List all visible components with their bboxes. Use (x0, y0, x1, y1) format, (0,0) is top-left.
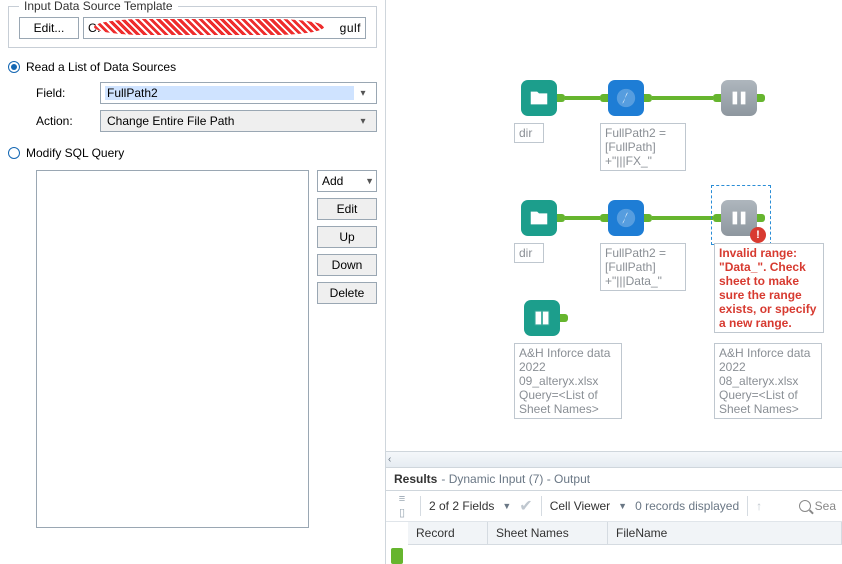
field-value: FullPath2 (105, 86, 354, 100)
radio-unchecked-icon[interactable] (8, 147, 20, 159)
connection[interactable] (652, 96, 713, 100)
separator (747, 496, 748, 516)
field-label: Field: (36, 82, 92, 104)
template-group: Input Data Source Template Edit... C: gu… (8, 6, 377, 48)
anchor-out[interactable] (757, 94, 765, 102)
chevron-down-icon: ▼ (365, 171, 374, 191)
col-filename[interactable]: FileName (608, 522, 842, 544)
template-path-box[interactable]: C: gulf (83, 17, 366, 39)
connection[interactable] (565, 216, 600, 220)
chevron-down-icon[interactable]: ▼ (618, 501, 627, 511)
directory-anno: dir (514, 123, 544, 143)
check-icon[interactable]: ✔ (519, 496, 532, 516)
mode-sql-row[interactable]: Modify SQL Query (8, 146, 377, 160)
chevron-down-icon[interactable]: ▼ (502, 501, 511, 511)
results-header: Results - Dynamic Input (7) - Output (386, 467, 842, 491)
anchor-out[interactable] (757, 214, 765, 222)
formula-anno: FullPath2 = [FullPath] +"|||Data_" (600, 243, 686, 291)
mode-read-label: Read a List of Data Sources (26, 60, 176, 74)
results-subtitle: - Dynamic Input (7) - Output (441, 472, 590, 486)
error-anno: Invalid range: "Data_". Check sheet to m… (714, 243, 824, 333)
config-panel: Input Data Source Template Edit... C: gu… (0, 0, 386, 564)
records-count: 0 records displayed (635, 499, 739, 513)
dynamic-input-tool[interactable] (524, 300, 560, 336)
directory-anno: dir (514, 243, 544, 263)
down-button[interactable]: Down (317, 254, 377, 276)
mode-sql-label: Modify SQL Query (26, 146, 124, 160)
chevron-down-icon: ▾ (354, 88, 372, 99)
edit-button[interactable]: Edit (317, 198, 377, 220)
delete-button[interactable]: Delete (317, 282, 377, 304)
formula-tool[interactable] (608, 200, 644, 236)
results-view-buttons[interactable]: ≡ ▯ (392, 494, 412, 518)
separator (420, 496, 421, 516)
results-gutter (386, 522, 408, 564)
col-record[interactable]: Record (408, 522, 488, 544)
col-sheetnames[interactable]: Sheet Names (488, 522, 608, 544)
anchor-out[interactable] (644, 94, 652, 102)
radio-checked-icon[interactable] (8, 61, 20, 73)
list-icon[interactable]: ≡ (396, 494, 408, 504)
cell-viewer-label[interactable]: Cell Viewer (550, 499, 610, 513)
anchor-in[interactable] (713, 214, 721, 222)
results-search[interactable]: Sea (799, 499, 836, 513)
metadata-icon[interactable]: ▯ (396, 508, 408, 518)
dynamic-input-anno: A&H Inforce data 2022 08_alteryx.xlsx Qu… (714, 343, 822, 419)
dynamic-input-anno: A&H Inforce data 2022 09_alteryx.xlsx Qu… (514, 343, 622, 419)
anchor-in[interactable] (600, 94, 608, 102)
formula-tool[interactable] (608, 80, 644, 116)
formula-anno: FullPath2 = [FullPath] +"|||FX_" (600, 123, 686, 171)
template-group-title: Input Data Source Template (19, 0, 178, 13)
results-title: Results (394, 472, 437, 486)
directory-tool[interactable] (521, 80, 557, 116)
results-grid-header: Record Sheet Names FileName (408, 522, 842, 545)
anchor-out[interactable] (557, 214, 565, 222)
search-placeholder: Sea (815, 499, 836, 513)
connection[interactable] (652, 216, 713, 220)
results-grid: Record Sheet Names FileName (386, 522, 842, 564)
separator (541, 496, 542, 516)
anchor-in[interactable] (600, 214, 608, 222)
connection[interactable] (565, 96, 600, 100)
template-path-suffix: gulf (340, 18, 361, 38)
anchor-in[interactable] (713, 94, 721, 102)
error-badge-icon[interactable]: ! (750, 227, 766, 243)
output-anchor-icon[interactable] (391, 548, 403, 564)
up-button[interactable]: Up (317, 226, 377, 248)
macro-tool[interactable] (721, 80, 757, 116)
chevron-down-icon: ▾ (354, 116, 372, 127)
action-dropdown[interactable]: Change Entire File Path ▾ (100, 110, 377, 132)
sql-list-box[interactable] (36, 170, 309, 528)
canvas-scrollbar[interactable]: ‹ (386, 451, 842, 467)
redacted-region (94, 19, 324, 35)
mode-read-row[interactable]: Read a List of Data Sources (8, 60, 377, 74)
field-dropdown[interactable]: FullPath2 ▾ (100, 82, 377, 104)
action-value: Change Entire File Path (105, 114, 354, 128)
results-toolbar: ≡ ▯ 2 of 2 Fields ▼ ✔ Cell Viewer ▼ 0 re… (386, 491, 842, 522)
results-grid-rows (408, 545, 842, 563)
anchor-out[interactable] (560, 314, 568, 322)
add-button[interactable]: Add ▼ (317, 170, 377, 192)
anchor-out[interactable] (644, 214, 652, 222)
template-edit-button[interactable]: Edit... (19, 17, 79, 39)
directory-tool[interactable] (521, 200, 557, 236)
arrow-up-icon[interactable]: ↑ (756, 499, 762, 513)
search-icon (799, 500, 811, 512)
fields-count[interactable]: 2 of 2 Fields (429, 499, 494, 513)
workflow-canvas[interactable]: dir FullPath2 = [FullPath] +"|||FX_" ! d… (386, 0, 842, 451)
action-label: Action: (36, 110, 92, 132)
anchor-out[interactable] (557, 94, 565, 102)
